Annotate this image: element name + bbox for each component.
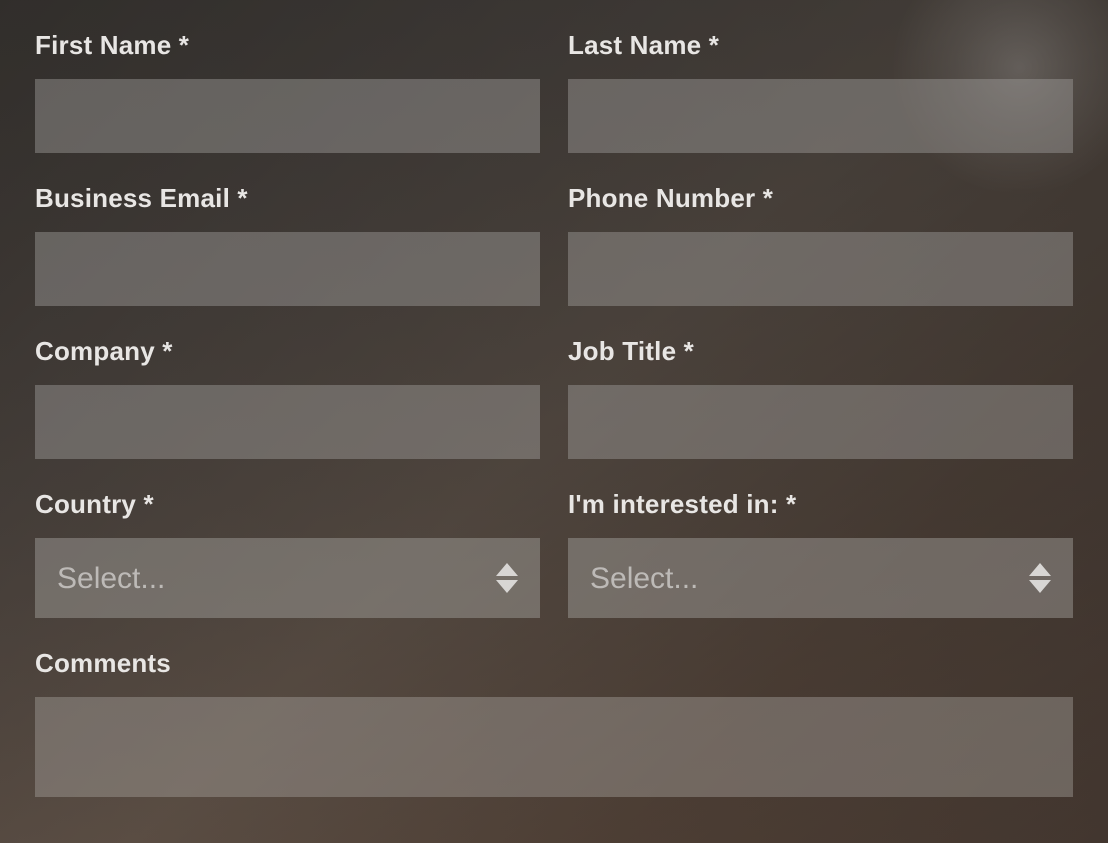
company-input[interactable] bbox=[35, 385, 540, 459]
interested-in-label: I'm interested in: * bbox=[568, 489, 1073, 520]
last-name-input[interactable] bbox=[568, 79, 1073, 153]
job-title-field: Job Title * bbox=[568, 336, 1073, 459]
comments-field: Comments bbox=[35, 648, 1073, 797]
form-row: Company * Job Title * bbox=[35, 336, 1073, 459]
first-name-input[interactable] bbox=[35, 79, 540, 153]
form-row: Comments bbox=[35, 648, 1073, 797]
last-name-field: Last Name * bbox=[568, 30, 1073, 153]
comments-label: Comments bbox=[35, 648, 1073, 679]
interested-in-select-wrap: Select... bbox=[568, 538, 1073, 618]
company-field: Company * bbox=[35, 336, 540, 459]
last-name-label: Last Name * bbox=[568, 30, 1073, 61]
job-title-label: Job Title * bbox=[568, 336, 1073, 367]
form-row: First Name * Last Name * bbox=[35, 30, 1073, 153]
company-label: Company * bbox=[35, 336, 540, 367]
country-select-wrap: Select... bbox=[35, 538, 540, 618]
business-email-input[interactable] bbox=[35, 232, 540, 306]
business-email-label: Business Email * bbox=[35, 183, 540, 214]
interested-in-field: I'm interested in: * Select... bbox=[568, 489, 1073, 618]
job-title-input[interactable] bbox=[568, 385, 1073, 459]
contact-form: First Name * Last Name * Business Email … bbox=[0, 0, 1108, 797]
phone-number-label: Phone Number * bbox=[568, 183, 1073, 214]
country-label: Country * bbox=[35, 489, 540, 520]
phone-number-input[interactable] bbox=[568, 232, 1073, 306]
first-name-field: First Name * bbox=[35, 30, 540, 153]
form-row: Country * Select... I'm interested in: *… bbox=[35, 489, 1073, 618]
interested-in-select[interactable]: Select... bbox=[568, 538, 1073, 618]
form-row: Business Email * Phone Number * bbox=[35, 183, 1073, 306]
phone-number-field: Phone Number * bbox=[568, 183, 1073, 306]
country-select[interactable]: Select... bbox=[35, 538, 540, 618]
comments-textarea[interactable] bbox=[35, 697, 1073, 797]
country-field: Country * Select... bbox=[35, 489, 540, 618]
first-name-label: First Name * bbox=[35, 30, 540, 61]
business-email-field: Business Email * bbox=[35, 183, 540, 306]
